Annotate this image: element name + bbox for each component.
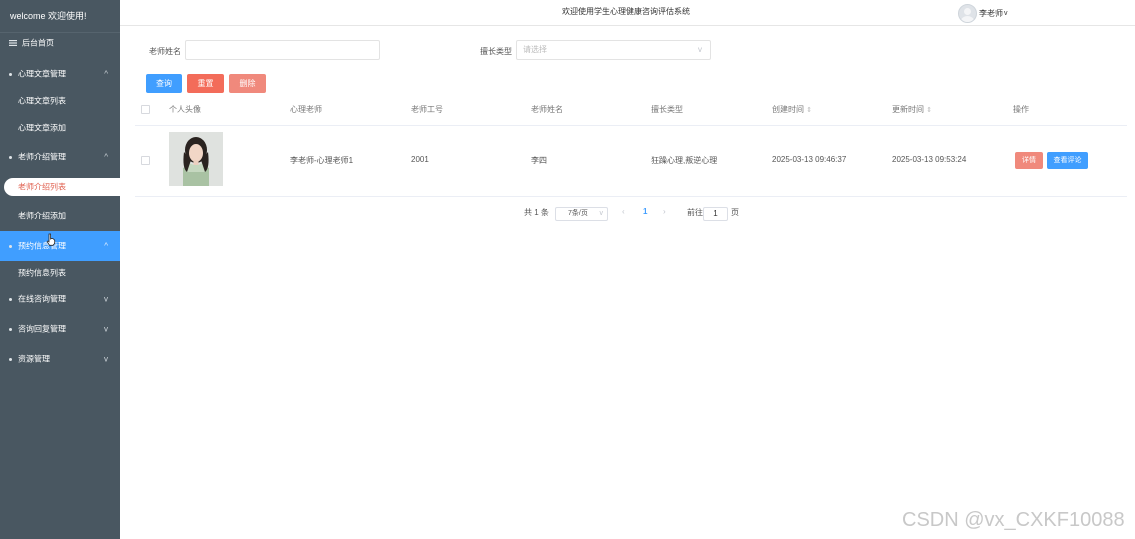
chevron-down-icon: v [104, 324, 108, 334]
reset-button[interactable]: 重置 [187, 74, 224, 93]
bullet-icon [9, 72, 12, 76]
system-title: 欢迎使用学生心理健康咨询评估系统 [562, 7, 690, 16]
goto-page-input[interactable]: 1 [703, 207, 728, 221]
teacher-photo [169, 132, 223, 186]
specialty-type-select[interactable]: 请选择 v [516, 40, 711, 60]
header-name: 老师姓名 [531, 105, 563, 114]
menu-home-label: 后台首页 [22, 38, 54, 48]
cell-id: 2001 [411, 155, 429, 164]
submenu-label: 老师介绍列表 [18, 182, 66, 192]
chevron-down-icon: v [698, 45, 702, 54]
submenu-label: 老师介绍添加 [18, 211, 66, 221]
page-number-current[interactable]: 1 [643, 207, 647, 216]
brand-title: welcome 欢迎使用! [0, 0, 120, 33]
row-checkbox[interactable] [141, 156, 150, 165]
specialty-type-label: 擅长类型 [480, 47, 512, 56]
menu-group-resource[interactable]: 资源管理 v [0, 347, 120, 371]
cell-updated: 2025-03-13 09:53:24 [892, 155, 967, 164]
table-header: 个人头像 心理老师 老师工号 老师姓名 擅长类型 创建时间 ⇕ 更新时间 ⇕ 操… [135, 92, 1127, 126]
submenu-label: 预约信息列表 [18, 268, 66, 278]
chevron-down-icon: v [104, 294, 108, 304]
menu-group-label: 在线咨询管理 [18, 294, 66, 304]
view-reviews-button[interactable]: 查看评论 [1047, 152, 1088, 169]
menu-group-label: 预约信息管理 [18, 241, 66, 251]
bullet-icon [9, 155, 12, 159]
caret-down-icon: v [1004, 9, 1008, 17]
avatar [958, 3, 977, 23]
user-name: 李老师 [979, 8, 1003, 18]
teacher-name-label: 老师姓名 [149, 47, 181, 56]
submenu-article-list[interactable]: 心理文章列表 [0, 89, 120, 113]
query-button[interactable]: 查询 [146, 74, 182, 93]
header-avatar: 个人头像 [169, 105, 201, 114]
select-all-checkbox[interactable] [141, 105, 150, 114]
header-updated-label: 更新时间 [892, 105, 924, 114]
select-placeholder: 请选择 [523, 45, 547, 54]
menu-group-label: 咨询回复管理 [18, 324, 66, 334]
bullet-icon [9, 327, 12, 331]
bullet-icon [9, 357, 12, 361]
page-size-select[interactable]: 7条/页 v [555, 207, 608, 221]
teacher-portrait-image [169, 132, 223, 186]
menu-group-label: 资源管理 [18, 354, 50, 364]
chevron-down-icon: v [599, 210, 604, 217]
header-id: 老师工号 [411, 105, 443, 114]
detail-button[interactable]: 详情 [1015, 152, 1043, 169]
header-teacher: 心理老师 [290, 105, 322, 114]
watermark: CSDN @vx_CXKF10088 [902, 509, 1125, 531]
hand-cursor-icon [46, 233, 56, 246]
user-menu[interactable]: 李老师 v [958, 3, 1008, 23]
header-type: 擅长类型 [651, 105, 683, 114]
header-updated[interactable]: 更新时间 ⇕ [892, 104, 932, 115]
cell-teacher: 李老师-心理老师1 [290, 156, 354, 165]
header-created[interactable]: 创建时间 ⇕ [772, 104, 812, 115]
teacher-name-input[interactable] [185, 40, 380, 60]
sort-icon[interactable]: ⇕ [806, 107, 812, 114]
chevron-down-icon: v [104, 354, 108, 364]
pagination-total: 共 1 条 [524, 208, 549, 217]
goto-label: 前往 [687, 208, 703, 217]
menu-group-article[interactable]: 心理文章管理 ^ [0, 62, 120, 86]
header-created-label: 创建时间 [772, 105, 804, 114]
chevron-up-icon: ^ [104, 241, 108, 251]
header-actions: 操作 [1013, 105, 1029, 114]
sidebar: welcome 欢迎使用! 后台首页 心理文章管理 ^ 心理文章列表 心理文章添… [0, 0, 120, 539]
menu-group-reply[interactable]: 咨询回复管理 v [0, 317, 120, 341]
bullet-icon [9, 244, 12, 248]
menu-group-label: 老师介绍管理 [18, 152, 66, 162]
prev-page-icon[interactable]: ‹ [622, 207, 625, 216]
menu-group-teacher[interactable]: 老师介绍管理 ^ [0, 145, 120, 169]
cell-type: 狂躁心理,叛逆心理 [651, 156, 718, 165]
submenu-label: 心理文章列表 [18, 96, 66, 106]
menu-list-icon [9, 40, 17, 46]
submenu-label: 心理文章添加 [18, 123, 66, 133]
cell-name: 李四 [531, 156, 547, 165]
cell-created: 2025-03-13 09:46:37 [772, 155, 847, 164]
menu-group-label: 心理文章管理 [18, 69, 66, 79]
submenu-teacher-list[interactable]: 老师介绍列表 [4, 178, 120, 196]
chevron-up-icon: ^ [104, 152, 108, 162]
delete-button[interactable]: 删除 [229, 74, 266, 93]
top-bar: 欢迎使用学生心理健康咨询评估系统 李老师 v [120, 0, 1135, 26]
bullet-icon [9, 297, 12, 301]
chevron-up-icon: ^ [104, 69, 108, 79]
menu-group-appointment[interactable]: 预约信息管理 ^ [0, 231, 120, 261]
submenu-article-add[interactable]: 心理文章添加 [0, 116, 120, 140]
table-row: 李老师-心理老师1 2001 李四 狂躁心理,叛逆心理 2025-03-13 0… [135, 126, 1127, 197]
menu-group-consult[interactable]: 在线咨询管理 v [0, 287, 120, 311]
menu-home[interactable]: 后台首页 [0, 32, 120, 54]
page-unit-label: 页 [731, 208, 739, 217]
submenu-teacher-add[interactable]: 老师介绍添加 [0, 204, 120, 228]
next-page-icon[interactable]: › [663, 207, 666, 216]
submenu-appointment-list[interactable]: 预约信息列表 [0, 262, 120, 284]
page-size-value: 7条/页 [568, 210, 588, 217]
sort-icon[interactable]: ⇕ [926, 107, 932, 114]
